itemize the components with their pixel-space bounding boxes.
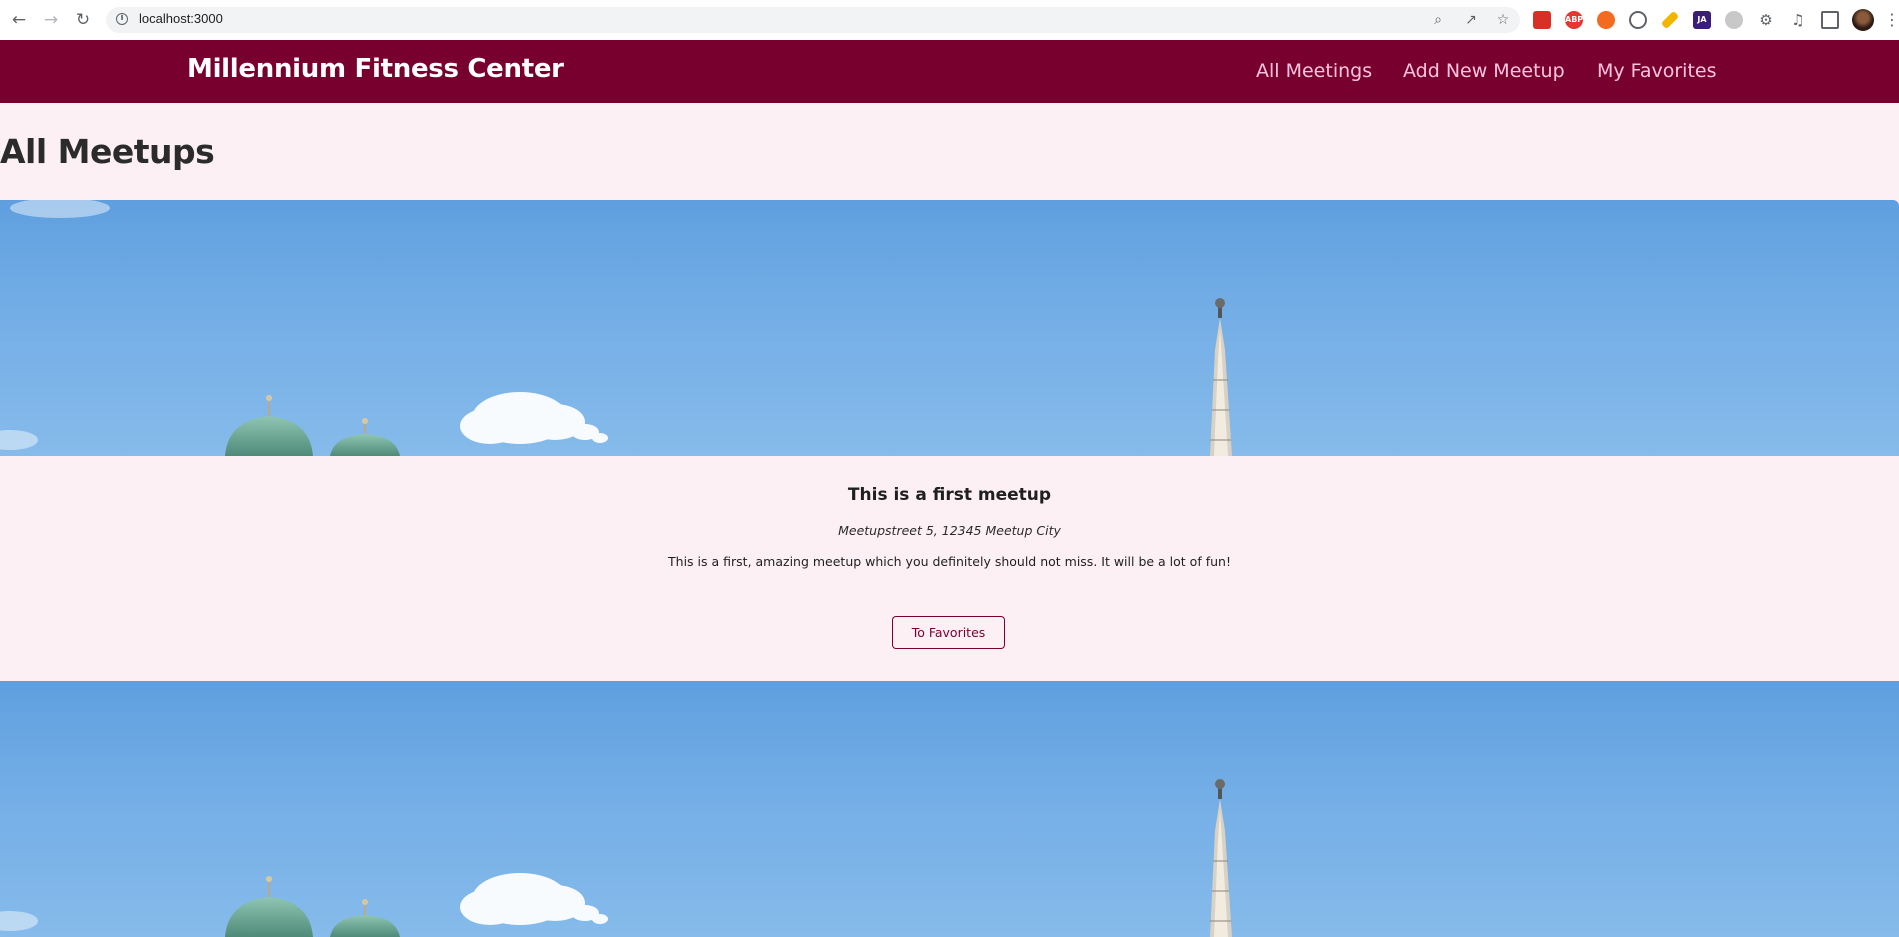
nav-link-my-favorites[interactable]: My Favorites xyxy=(1597,60,1717,82)
page-title: All Meetups xyxy=(0,132,215,171)
meetup-title: This is a first meetup xyxy=(847,485,1052,505)
munich-skyline-image xyxy=(0,200,1232,456)
extension-circle-icon[interactable] xyxy=(1629,11,1647,29)
meetup-image xyxy=(0,681,1899,937)
share-icon[interactable]: ↗ xyxy=(1462,11,1480,29)
meetup-content: This is a first meetup Meetupstreet 5, 1… xyxy=(0,456,1899,681)
meetup-image xyxy=(0,200,1899,456)
extension-grey-icon[interactable] xyxy=(1725,11,1743,29)
media-controls-icon[interactable]: ♫ xyxy=(1789,11,1807,29)
side-panel-icon[interactable] xyxy=(1821,11,1839,29)
extensions-puzzle-icon[interactable]: ⚙ xyxy=(1757,11,1775,29)
main-navigation: All Meetings Add New Meetup My Favorites xyxy=(0,60,1899,90)
nav-link-all-meetings[interactable]: All Meetings xyxy=(1256,60,1372,82)
menu-kebab-icon[interactable]: ⋮ xyxy=(1884,9,1899,31)
to-favorites-button[interactable]: To Favorites xyxy=(892,616,1005,649)
address-bar[interactable]: i localhost:3000 ⌕ ↗ ☆ xyxy=(106,7,1520,33)
bookmark-star-icon[interactable]: ☆ xyxy=(1494,11,1512,29)
meetup-description: This is a first, amazing meetup which yo… xyxy=(668,554,1231,569)
nav-link-add-new-meetup[interactable]: Add New Meetup xyxy=(1403,60,1565,82)
reload-icon[interactable]: ↻ xyxy=(72,9,94,31)
extension-ja-icon[interactable]: JA xyxy=(1693,11,1711,29)
browser-toolbar: ← → ↻ i localhost:3000 ⌕ ↗ ☆ ABP JA ⚙ ♫ … xyxy=(0,0,1899,41)
url-text: localhost:3000 xyxy=(139,11,223,26)
app-header: Millennium Fitness Center All Meetings A… xyxy=(0,40,1899,103)
extension-red-icon[interactable] xyxy=(1533,11,1551,29)
adblock-icon[interactable]: ABP xyxy=(1565,11,1583,29)
forward-icon[interactable]: → xyxy=(40,9,62,31)
zoom-icon[interactable]: ⌕ xyxy=(1429,11,1447,29)
site-info-icon[interactable]: i xyxy=(116,13,128,25)
highlighter-icon[interactable] xyxy=(1660,10,1680,30)
munich-skyline-image xyxy=(0,779,1232,937)
extension-orange-icon[interactable] xyxy=(1597,11,1615,29)
meetup-address: Meetupstreet 5, 12345 Meetup City xyxy=(838,523,1061,538)
profile-avatar[interactable] xyxy=(1852,9,1874,31)
back-icon[interactable]: ← xyxy=(8,9,30,31)
